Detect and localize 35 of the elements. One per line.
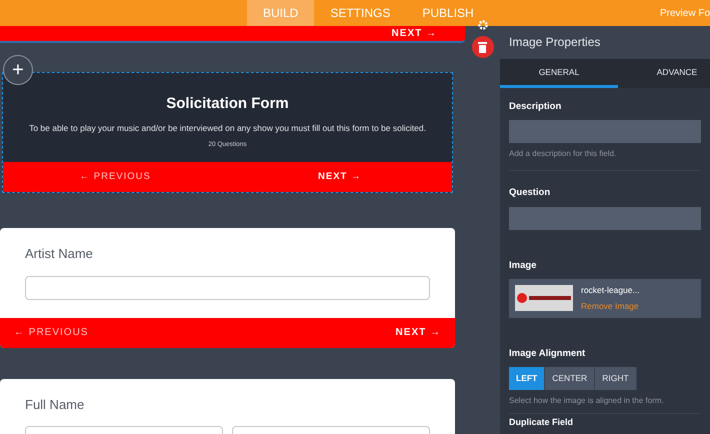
- top-tab[interactable]: SETTINGS: [314, 0, 406, 26]
- remove-image-link[interactable]: Remove Image: [581, 300, 640, 312]
- field-label: Image Alignment: [509, 346, 586, 361]
- next-button[interactable]: NEXT →: [228, 170, 452, 184]
- panel-tab[interactable]: ADVANCE: [618, 59, 710, 88]
- next-button[interactable]: NEXT →: [392, 26, 437, 41]
- delete-button[interactable]: [472, 36, 494, 58]
- text-input[interactable]: [25, 276, 430, 300]
- previous-button[interactable]: ← PREVIOUS: [14, 325, 88, 340]
- question-label: Artist Name: [25, 245, 94, 263]
- alignment-option[interactable]: LEFT: [509, 367, 546, 390]
- field-hint: Select how the image is aligned in the form.: [509, 395, 701, 414]
- field-label: Question: [509, 186, 552, 200]
- description-input[interactable]: [509, 120, 701, 144]
- panel-tab[interactable]: GENERAL: [500, 59, 618, 88]
- panel-title: Image Properties: [500, 26, 710, 59]
- alignment-option[interactable]: RIGHT: [595, 367, 637, 390]
- settings-icon[interactable]: [478, 20, 488, 30]
- top-tab[interactable]: PUBLISH: [406, 0, 490, 26]
- field-label: Image: [509, 258, 538, 272]
- field-label: Duplicate Field: [509, 416, 574, 429]
- form-title: Solicitation Form: [166, 94, 289, 114]
- field-hint: Add a description for this field.: [509, 148, 701, 172]
- question-input[interactable]: [509, 206, 701, 230]
- alignment-option[interactable]: CENTER: [545, 367, 596, 390]
- next-button[interactable]: NEXT →: [396, 325, 441, 340]
- logo-thumbnail: [515, 285, 573, 312]
- previous-button[interactable]: ← PREVIOUS: [3, 170, 228, 184]
- trash-icon: [478, 42, 487, 52]
- question-label: Full Name: [25, 396, 86, 414]
- preview-link[interactable]: Preview Fo: [660, 6, 710, 20]
- image-filename: rocket-league...: [581, 284, 640, 297]
- field-label: Description: [509, 100, 562, 114]
- add-button[interactable]: +: [3, 55, 33, 85]
- form-description: To be able to play your music and/or be interviewed on any show you must fill out this form to be solicited.: [29, 122, 426, 134]
